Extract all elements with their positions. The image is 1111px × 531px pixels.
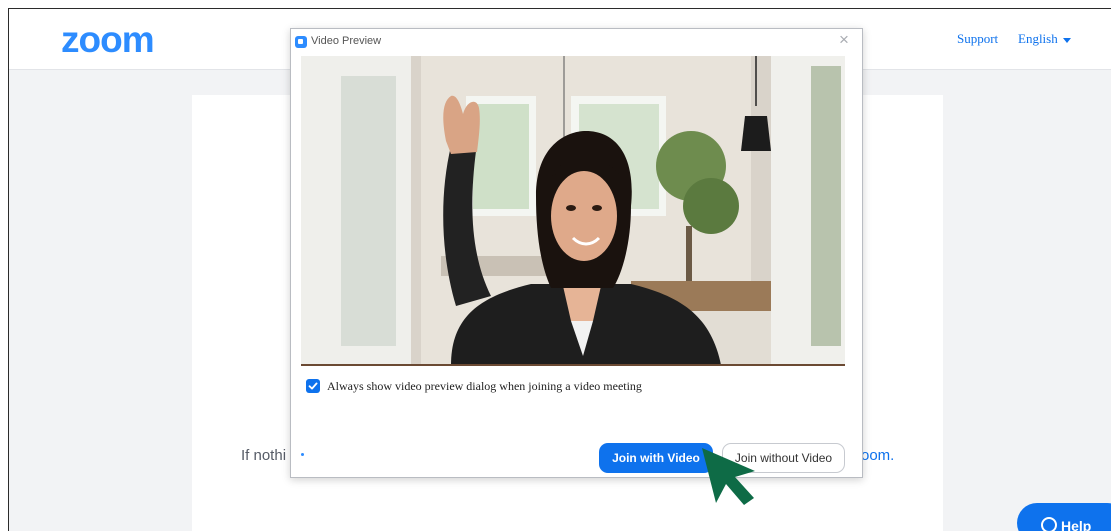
zoom-camera-icon [295, 36, 307, 48]
join-with-video-button[interactable]: Join with Video [599, 443, 713, 473]
launch-meeting-link[interactable]: oom. [861, 447, 894, 464]
help-button[interactable]: Help [1017, 503, 1111, 531]
close-icon[interactable]: × [839, 30, 849, 50]
pointer-cursor-icon [699, 445, 761, 512]
dialog-title: Video Preview [311, 35, 382, 47]
browser-viewport: zoom Support English If nothi oom. Video… [8, 8, 1111, 531]
caret-down-icon [1062, 37, 1071, 43]
zoom-logo[interactable]: zoom [61, 21, 155, 58]
help-label: Help [1061, 518, 1092, 531]
launch-help-text: If nothi [241, 447, 287, 464]
language-label: English [1018, 31, 1058, 46]
camera-feed-image [301, 56, 845, 365]
video-bottom-edge [301, 364, 845, 366]
always-show-preview-checkbox[interactable] [306, 379, 320, 393]
always-show-preview-label: Always show video preview dialog when jo… [327, 379, 642, 393]
checkmark-icon [308, 382, 318, 390]
help-chat-icon [1041, 517, 1057, 531]
video-preview [301, 56, 845, 365]
support-link[interactable]: Support [957, 31, 998, 47]
video-preview-dialog: Video Preview × Always show video previe… [290, 28, 863, 478]
loading-dot [301, 453, 304, 456]
language-dropdown[interactable]: English [1018, 31, 1071, 47]
